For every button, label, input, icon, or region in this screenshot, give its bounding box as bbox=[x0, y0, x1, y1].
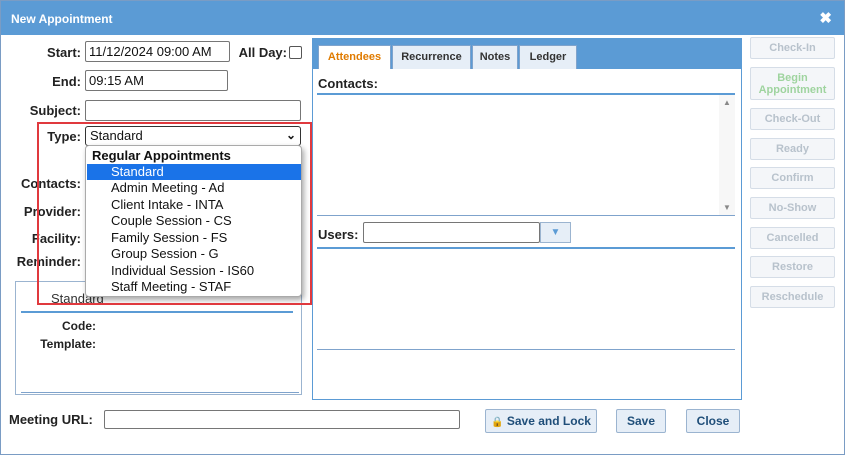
contacts-list[interactable]: ▲ ▼ bbox=[317, 95, 735, 215]
reschedule-button[interactable]: Reschedule bbox=[750, 286, 835, 308]
check-in-button[interactable]: Check-In bbox=[750, 37, 835, 59]
save-and-lock-button[interactable]: 🔒 Save and Lock bbox=[485, 409, 597, 433]
code-label: Code: bbox=[62, 319, 96, 333]
check-out-button[interactable]: Check-Out bbox=[750, 108, 835, 130]
type-info-bottom-line bbox=[21, 392, 299, 393]
start-datetime-input[interactable]: 11/12/2024 09:00 AM bbox=[85, 41, 230, 62]
lock-icon: 🔒 bbox=[491, 417, 504, 428]
dialog-title: New Appointment bbox=[11, 12, 113, 26]
template-label: Template: bbox=[40, 337, 96, 351]
cancelled-button[interactable]: Cancelled bbox=[750, 227, 835, 249]
new-appointment-dialog: New Appointment ✖ Start: 11/12/2024 09:0… bbox=[0, 0, 845, 455]
meeting-url-label: Meeting URL: bbox=[9, 412, 93, 427]
allday-label: All Day: bbox=[238, 45, 287, 60]
users-combobox-input[interactable] bbox=[363, 222, 540, 243]
type-dropdown-highlight bbox=[37, 122, 312, 305]
scroll-down-icon[interactable]: ▼ bbox=[723, 203, 731, 212]
allday-checkbox[interactable] bbox=[289, 46, 302, 59]
tab-ledger[interactable]: Ledger bbox=[519, 45, 577, 69]
start-label: Start: bbox=[47, 45, 81, 60]
attendees-tab-panel: Attendees Recurrence Notes Ledger Contac… bbox=[312, 38, 742, 400]
end-time-input[interactable]: 09:15 AM bbox=[85, 70, 228, 91]
contacts-bottom-line bbox=[317, 215, 735, 216]
users-bottom-line bbox=[317, 349, 735, 350]
tab-notes[interactable]: Notes bbox=[472, 45, 518, 69]
tab-recurrence[interactable]: Recurrence bbox=[392, 45, 471, 69]
users-dropdown-chevron-icon[interactable]: ▼ bbox=[540, 222, 571, 243]
subject-input[interactable] bbox=[85, 100, 301, 121]
attendees-users-label: Users: bbox=[318, 227, 359, 242]
begin-appointment-button[interactable]: Begin Appointment bbox=[750, 67, 835, 100]
ready-button[interactable]: Ready bbox=[750, 138, 835, 160]
tab-bar: Attendees Recurrence Notes Ledger bbox=[313, 39, 741, 69]
attendees-contacts-label: Contacts: bbox=[318, 76, 378, 91]
contacts-scrollbar[interactable]: ▲ ▼ bbox=[719, 95, 735, 215]
subject-label: Subject: bbox=[29, 103, 81, 118]
close-button[interactable]: Close bbox=[686, 409, 740, 433]
no-show-button[interactable]: No-Show bbox=[750, 197, 835, 219]
type-info-divider bbox=[21, 311, 293, 313]
end-label: End: bbox=[52, 74, 81, 89]
tab-attendees[interactable]: Attendees bbox=[318, 45, 391, 69]
dialog-titlebar: New Appointment ✖ bbox=[1, 1, 844, 35]
restore-button[interactable]: Restore bbox=[750, 256, 835, 278]
save-and-lock-label: Save and Lock bbox=[506, 414, 591, 428]
save-button[interactable]: Save bbox=[616, 409, 666, 433]
meeting-url-input[interactable] bbox=[104, 410, 460, 429]
confirm-button[interactable]: Confirm bbox=[750, 167, 835, 189]
users-divider bbox=[317, 247, 735, 249]
scroll-up-icon[interactable]: ▲ bbox=[723, 98, 731, 107]
close-icon[interactable]: ✖ bbox=[819, 9, 832, 27]
